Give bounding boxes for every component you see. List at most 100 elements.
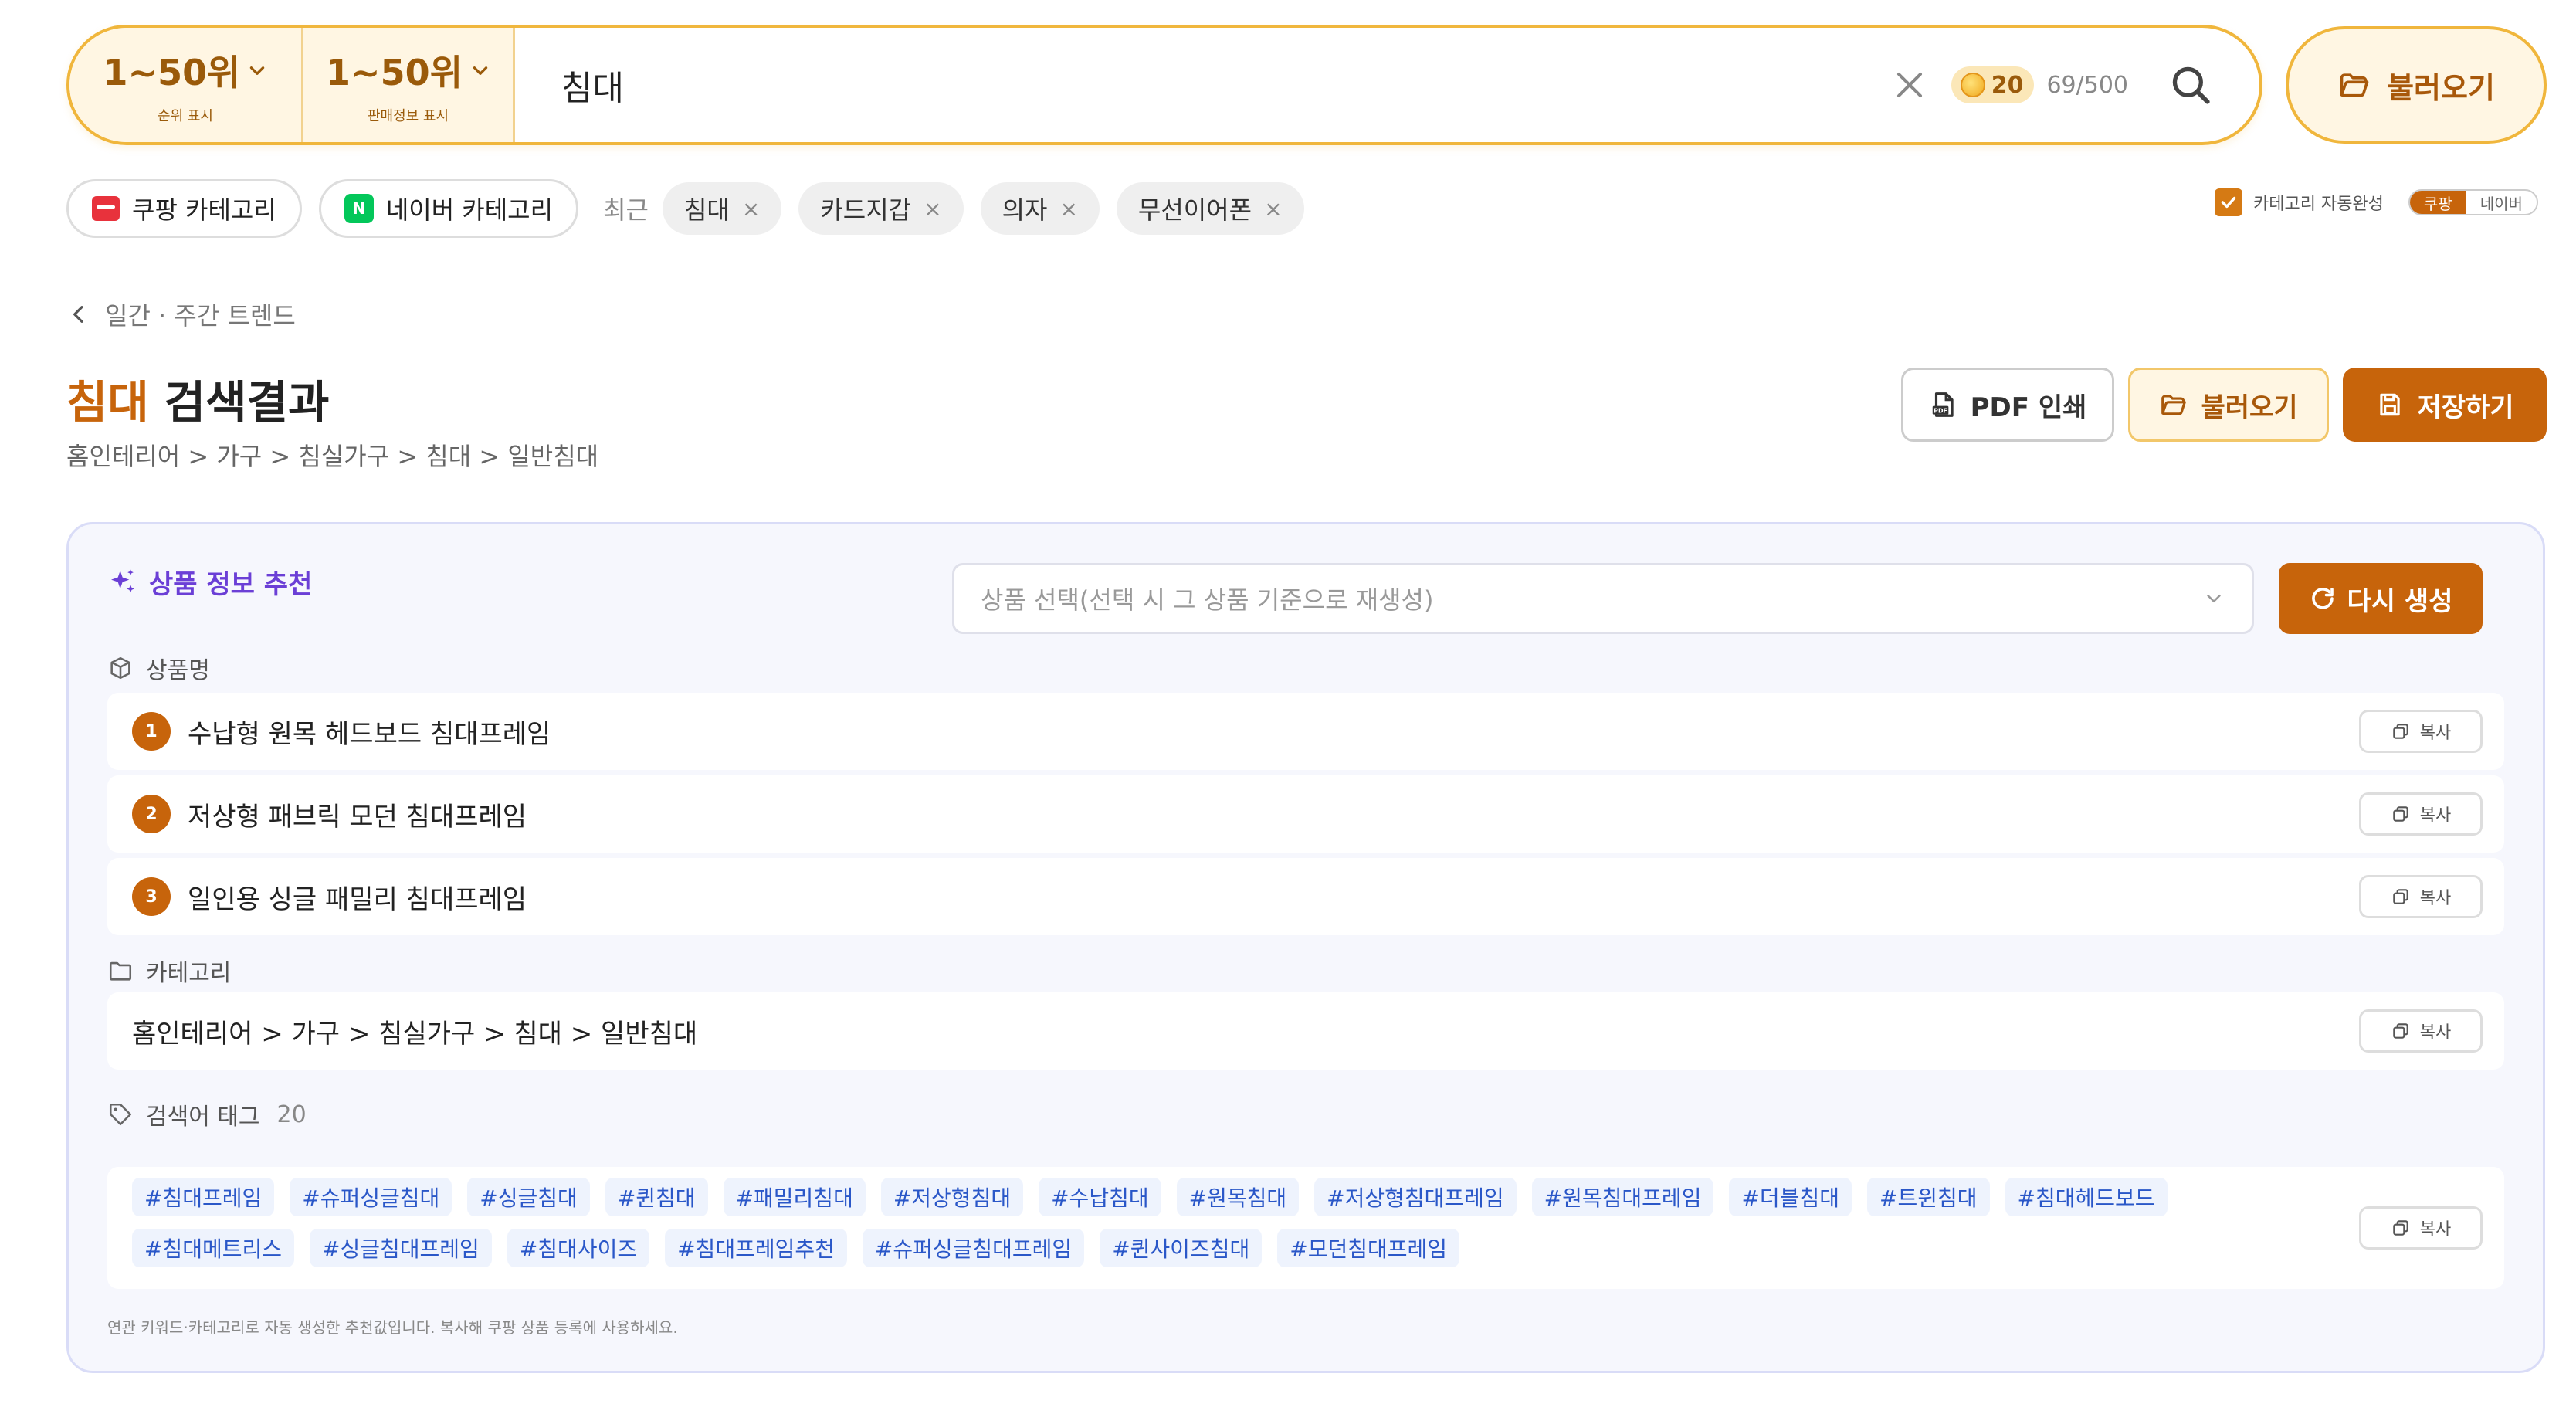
copy-button[interactable]: 복사: [2359, 792, 2483, 836]
folder-open-icon: [2340, 73, 2369, 97]
recent-chip[interactable]: 의자 ×: [980, 182, 1100, 235]
product-name-text: 일인용 싱글 패밀리 침대프레임: [188, 883, 527, 915]
search-bar: 1~50위 순위 표시 1~50위 판매정보 표시 20 69/500: [66, 25, 2262, 145]
search-tag[interactable]: #저상형침대프레임: [1314, 1178, 1517, 1216]
copy-label: 복사: [2419, 1023, 2452, 1043]
search-tag[interactable]: #저상형침대: [880, 1178, 1024, 1216]
coin-count: 20: [1991, 71, 2024, 99]
close-icon[interactable]: [1891, 66, 1928, 103]
search-tag[interactable]: #더블침대: [1729, 1178, 1852, 1216]
toggle-coupang[interactable]: 쿠팡: [2409, 191, 2466, 214]
search-tag[interactable]: #퀸사이즈침대: [1100, 1229, 1263, 1267]
coupang-category-button[interactable]: 쿠팡 카테고리: [66, 179, 302, 238]
chevron-down-icon: [2207, 595, 2221, 602]
recent-chip-label: 의자: [1002, 195, 1048, 225]
search-tag[interactable]: #모던침대프레임: [1277, 1229, 1460, 1267]
search-tag[interactable]: #원목침대: [1176, 1178, 1300, 1216]
recommendation-title: 상품 정보 추천: [107, 563, 312, 601]
category-autocomplete-setting: 카테고리 자동완성 쿠팡 네이버: [2215, 188, 2538, 216]
sales-range-value: 1~50위: [326, 52, 463, 93]
search-tag[interactable]: #패밀리침대: [723, 1178, 866, 1216]
copy-icon: [2393, 1023, 2408, 1039]
copy-button[interactable]: 복사: [2359, 1206, 2483, 1250]
folder-icon: [109, 961, 132, 981]
copy-icon: [2393, 1220, 2408, 1236]
coupang-logo-icon: [92, 196, 120, 221]
search-tag[interactable]: #침대헤드보드: [2005, 1178, 2168, 1216]
product-select-placeholder: 상품 선택(선택 시 그 상품 기준으로 재생성): [981, 585, 1434, 615]
rank-range-value: 1~50위: [103, 52, 240, 93]
coupang-category-label: 쿠팡 카테고리: [132, 195, 276, 225]
search-tag[interactable]: #원목침대프레임: [1531, 1178, 1714, 1216]
load-history-button[interactable]: 불러오기: [2286, 26, 2547, 144]
search-tag[interactable]: #퀸침대: [605, 1178, 708, 1216]
save-button[interactable]: 저장하기: [2343, 368, 2547, 442]
close-icon[interactable]: ×: [1059, 196, 1077, 222]
recent-chip[interactable]: 무선이어폰 ×: [1116, 182, 1304, 235]
search-tag[interactable]: #침대사이즈: [507, 1229, 650, 1267]
close-icon[interactable]: ×: [1264, 196, 1282, 222]
copy-button[interactable]: 복사: [2359, 710, 2483, 753]
save-icon: [2380, 393, 2401, 416]
search-tag[interactable]: #싱글침대: [467, 1178, 590, 1216]
search-tag[interactable]: #침대프레임추천: [665, 1229, 847, 1267]
title-suffix: 검색결과: [148, 376, 330, 429]
tags-label: 검색어 태그: [146, 1104, 260, 1131]
search-tag[interactable]: #슈퍼싱글침대: [290, 1178, 452, 1216]
search-input[interactable]: [561, 65, 1891, 105]
load-label: 불러오기: [2201, 392, 2298, 423]
product-recommendation-card: 상품 정보 추천 상품 선택(선택 시 그 상품 기준으로 재생성) 다시 생성…: [66, 522, 2545, 1373]
back-link[interactable]: 일간 · 주간 트렌드: [66, 297, 296, 332]
sparkle-icon: [111, 568, 134, 592]
refresh-icon: [2311, 588, 2334, 609]
rank-range-dropdown[interactable]: 1~50위 순위 표시: [69, 28, 301, 142]
filter-row: 쿠팡 카테고리 N 네이버 카테고리 최근 침대 × 카드지갑 × 의자 × 무…: [66, 179, 1304, 238]
footnote: 연관 키워드·카테고리로 자동 생성한 추천값입니다. 복사해 쿠팡 상품 등록…: [107, 1318, 678, 1337]
category-value: 홈인테리어 > 가구 > 침실가구 > 침대 > 일반침대: [132, 1018, 698, 1050]
search-tag[interactable]: #침대메트리스: [132, 1229, 295, 1267]
autocomplete-checkbox[interactable]: [2215, 188, 2242, 216]
check-icon: [2221, 196, 2236, 209]
copy-button[interactable]: 복사: [2359, 875, 2483, 918]
copy-icon: [2393, 724, 2408, 739]
close-icon[interactable]: ×: [924, 196, 941, 222]
recent-chip-label: 침대: [683, 195, 730, 225]
category-section-label: 카테고리: [107, 954, 231, 988]
search-tag[interactable]: #침대프레임: [132, 1178, 275, 1216]
recommendation-title-label: 상품 정보 추천: [149, 569, 313, 600]
search-tag[interactable]: #싱글침대프레임: [310, 1229, 492, 1267]
pdf-print-button[interactable]: PDF PDF 인쇄: [1901, 368, 2114, 442]
close-icon[interactable]: ×: [742, 196, 760, 222]
search-tag[interactable]: #트윈침대: [1866, 1178, 1990, 1216]
category-row: 홈인테리어 > 가구 > 침실가구 > 침대 > 일반침대 복사: [107, 992, 2504, 1070]
search-icon[interactable]: [2168, 63, 2213, 107]
recent-chip-label: 무선이어폰: [1137, 195, 1252, 225]
pdf-print-label: PDF 인쇄: [1970, 392, 2087, 423]
product-name-section-label: 상품명: [107, 651, 210, 685]
rank-range-caption: 순위 표시: [158, 108, 213, 124]
coin-badge: 20: [1951, 66, 2035, 103]
sales-range-caption: 판매정보 표시: [367, 108, 449, 124]
naver-logo-icon: N: [344, 194, 374, 223]
regenerate-button[interactable]: 다시 생성: [2279, 563, 2483, 634]
naver-category-button[interactable]: N 네이버 카테고리: [318, 179, 579, 238]
search-tag[interactable]: #수납침대: [1039, 1178, 1161, 1216]
regenerate-label: 다시 생성: [2347, 585, 2453, 617]
tags-section-label: 검색어 태그 20: [107, 1097, 307, 1131]
category-label: 카테고리: [146, 960, 232, 987]
tags-count: 20: [276, 1100, 307, 1128]
page-title: 침대 검색결과: [66, 366, 329, 431]
copy-button[interactable]: 복사: [2359, 1009, 2483, 1053]
recent-chip[interactable]: 침대 ×: [662, 182, 782, 235]
product-select[interactable]: 상품 선택(선택 시 그 상품 기준으로 재생성): [952, 563, 2254, 634]
tag-icon: [109, 1103, 132, 1126]
chevron-left-icon: [73, 306, 83, 323]
recent-chip-label: 카드지갑: [820, 195, 912, 225]
load-button[interactable]: 불러오기: [2128, 368, 2329, 442]
recent-chip[interactable]: 카드지갑 ×: [798, 182, 964, 235]
coin-icon: [1960, 73, 1985, 97]
sales-range-dropdown[interactable]: 1~50위 판매정보 표시: [301, 28, 513, 142]
usage-count: 69/500: [2046, 71, 2128, 99]
search-tag[interactable]: #슈퍼싱글침대프레임: [862, 1229, 1085, 1267]
toggle-naver[interactable]: 네이버: [2466, 191, 2537, 214]
